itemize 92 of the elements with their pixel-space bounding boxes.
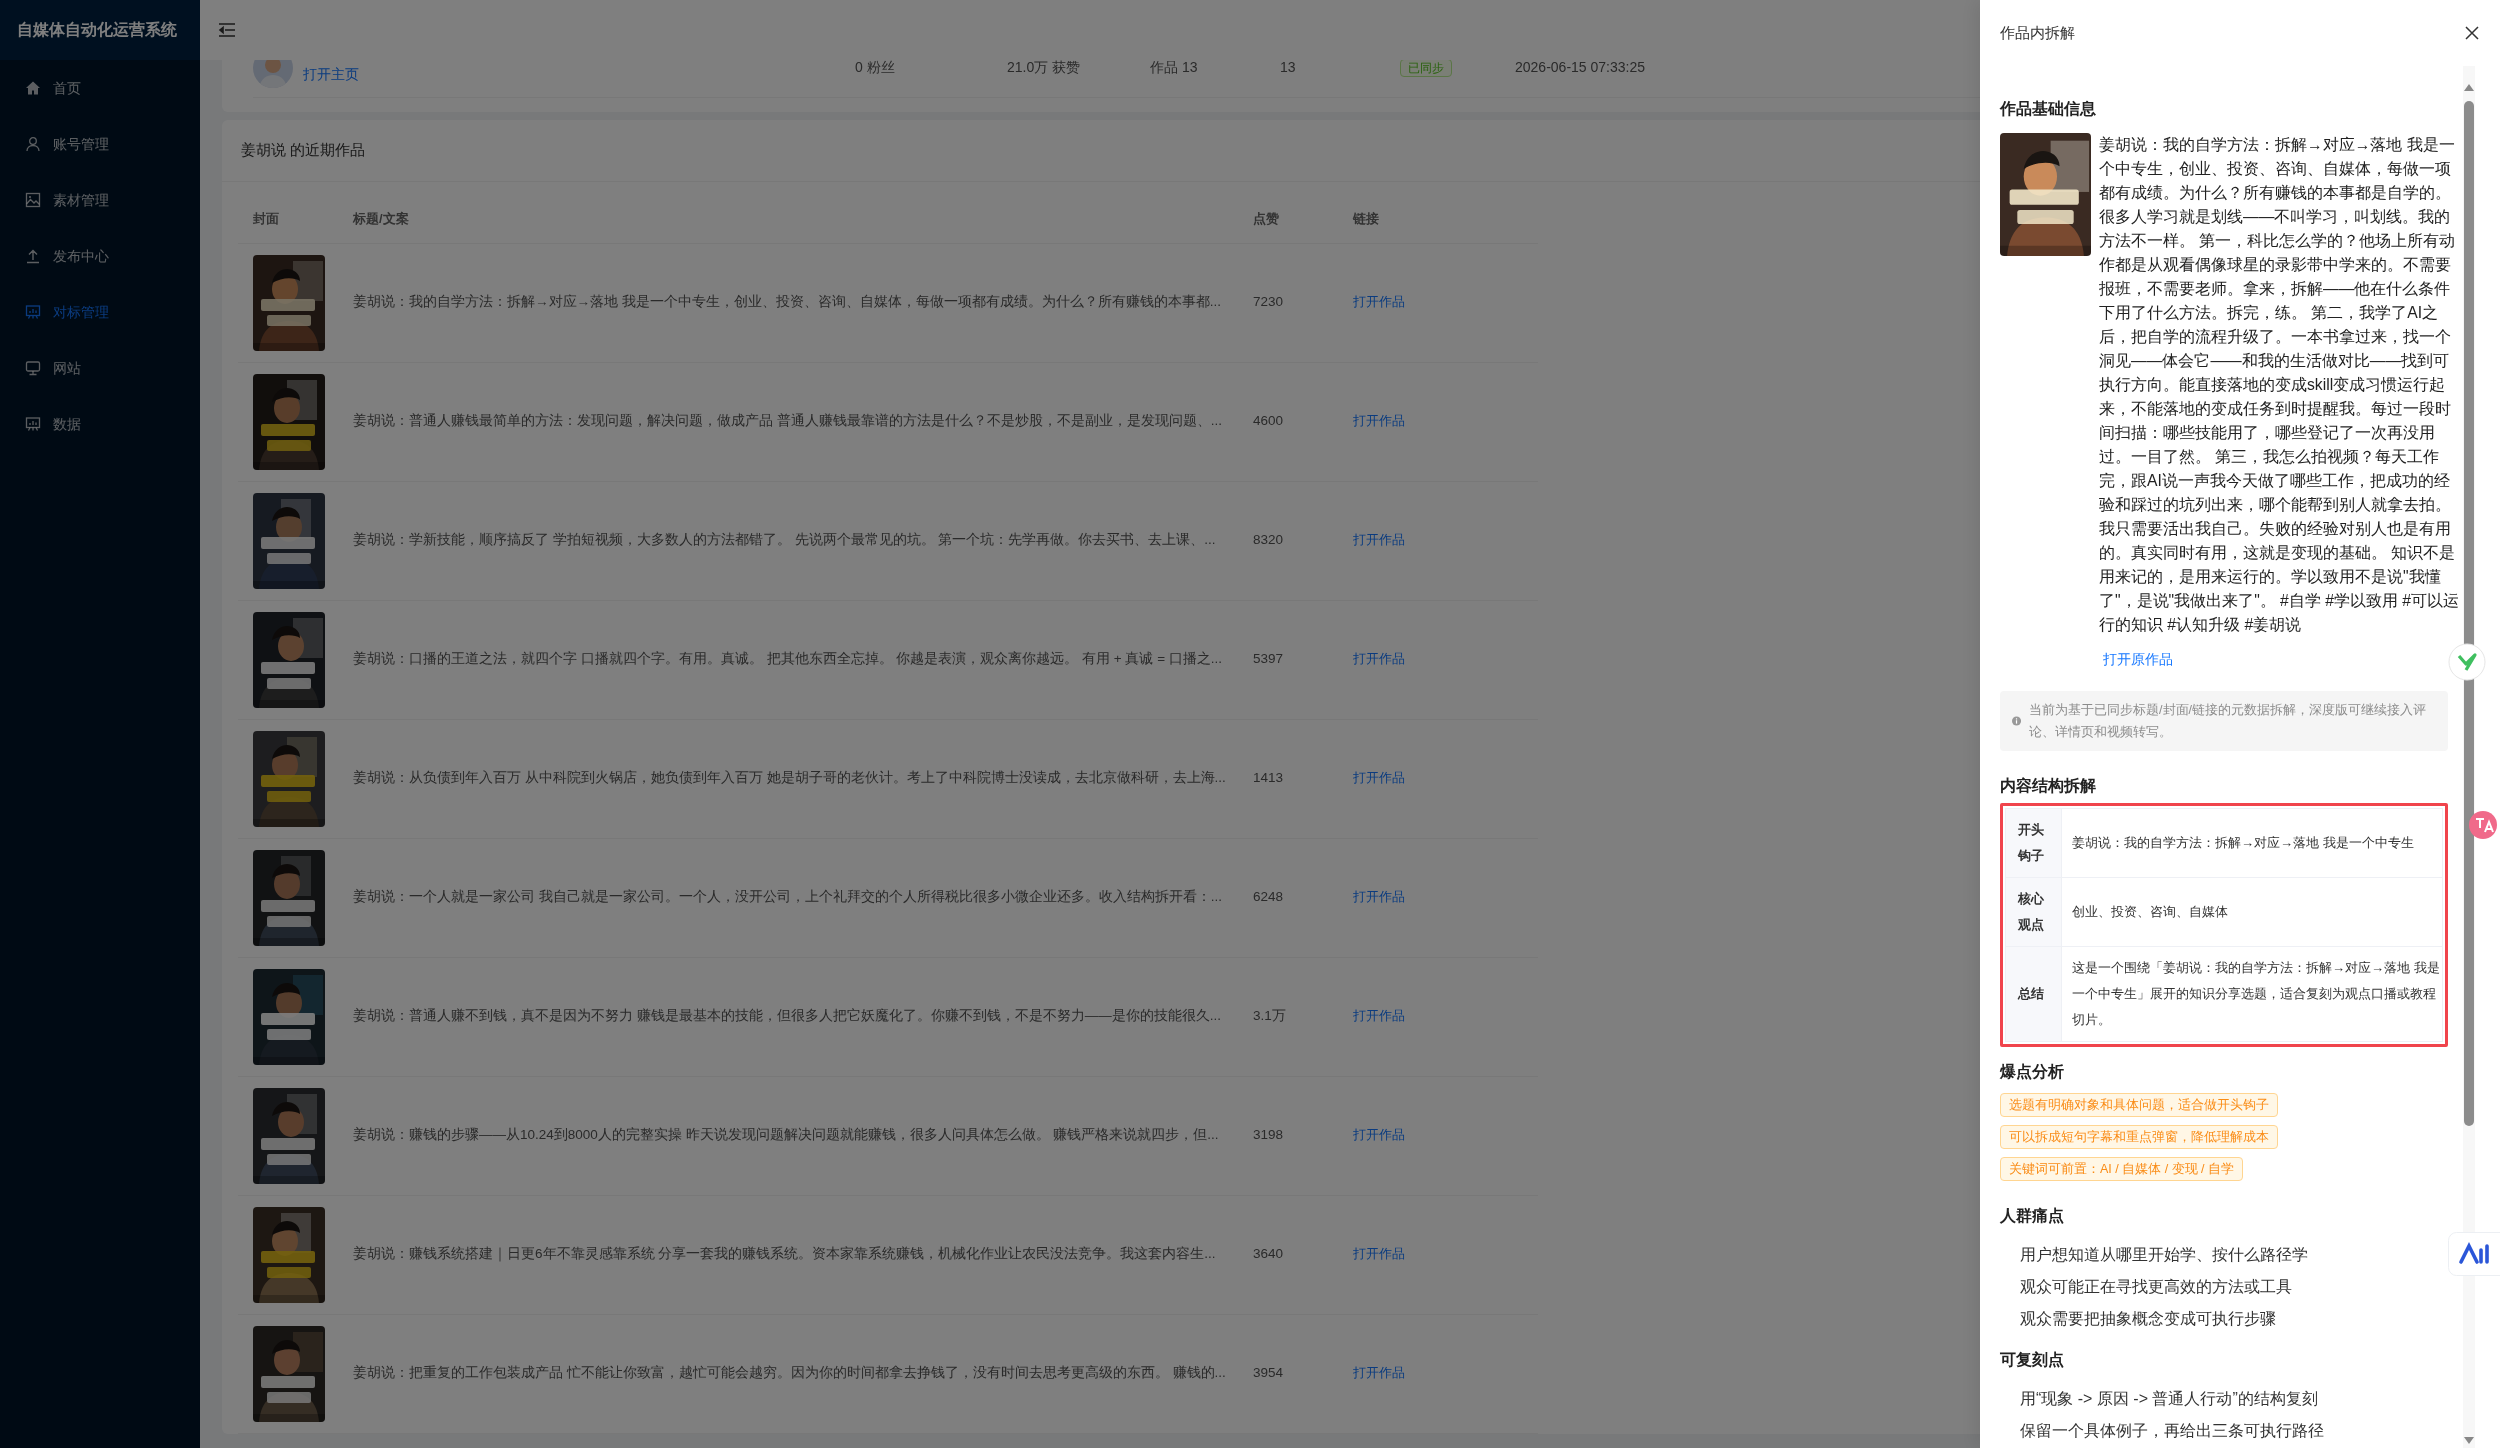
image-icon xyxy=(25,192,41,208)
likes-count: 21.0万 获赞 xyxy=(1007,60,1082,77)
column-header: 标题/文案 xyxy=(353,211,409,226)
app-title: 自媒体自动化运营系统 xyxy=(17,20,177,40)
chart-board-icon xyxy=(25,304,41,320)
list-item: 观众可能正在寻找更高效的方法或工具 xyxy=(2020,1277,2293,1297)
scroll-up-icon[interactable] xyxy=(2464,84,2474,91)
tag: 关键词可前置：AI / 自媒体 / 变现 / 自学 xyxy=(2000,1157,2244,1181)
info-note: 当前为基于已同步标题/封面/链接的元数据拆解，深度版可继续接入评论、详情页和视频转写。 xyxy=(2029,702,2427,741)
row-label: 核心观点 xyxy=(2018,891,2044,932)
open-link[interactable]: 打开作品 xyxy=(1353,1008,1405,1024)
table-cell: 姜胡说：我的自学方法：拆解→对应→落地 我是一个中专生 xyxy=(2072,835,2414,850)
open-link[interactable]: 打开作品 xyxy=(1353,1246,1405,1262)
table-cell: 1413 xyxy=(1253,770,1284,786)
table-cell: 姜胡说：普通人赚钱最简单的方法：发现问题，解决问题，做成产品 普通人赚钱最靠谱的方法是什么？不是炒股，不是副业，是发现问题、... xyxy=(353,413,1222,429)
table-cell: 姜胡说：一个人就是一家公司 我自己就是一家公司。一个人，没开公司，上个礼拜交的个人所得税比很多小微企业还多。收入结构拆开看：... xyxy=(353,889,1222,905)
tag: 选题有明确对象和具体问题，适合做开头钩子 xyxy=(2000,1093,2278,1117)
table-cell: 3640 xyxy=(1253,1246,1284,1262)
menu-item[interactable]: 账号管理 xyxy=(0,116,200,172)
menu-icon[interactable] xyxy=(218,22,236,38)
table-cell: 3198 xyxy=(1253,1127,1284,1143)
row-label: 开头钩子 xyxy=(2018,822,2044,863)
scrollbar[interactable] xyxy=(2463,66,2475,1448)
check-badge-icon[interactable] xyxy=(2448,643,2486,681)
menu-item[interactable]: 素材管理 xyxy=(0,172,200,228)
homepage-link[interactable]: 打开主页 xyxy=(303,64,359,85)
table-cell: 7230 xyxy=(1253,294,1284,310)
table-cell: 6248 xyxy=(1253,889,1284,905)
menu-item[interactable]: 对标管理 xyxy=(0,284,200,340)
table-cell: 姜胡说：口播的王道之法，就四个字 口播就四个字。有用。真诚。 把其他东西全忘掉。 你越是表演，观众离你越远。 有用 + 真诚 = 口播之... xyxy=(353,651,1223,667)
info-icon xyxy=(2012,715,2022,727)
tag: 可以拆成短句字幕和重点弹窗，降低理解成本 xyxy=(2000,1125,2278,1149)
open-link[interactable]: 打开作品 xyxy=(1353,532,1405,548)
description: 姜胡说：我的自学方法：拆解→对应→落地 我是一个中专生，创业、投资、咨询、自媒体，每做一项都有成绩。为什么？所有赚钱的本事都是自学的。很多人学习就是划线——不叫学习，叫划线。我的方法不一样。 第一，科比怎么学的？他场上所有动作都是从观看偶像球星的录影带中学来的。不需要报班，不需要老师。拿来，拆解——他在什么条件下用了什么方法。拆完，练。 第二，我学了AI之后，把自学的流程升级了。一本书拿过来，找一个洞见——体会它——和我的生活做对比——找到可执行方向。能直接落地的变成skill变成习惯运行起来，不能落地的变成任务到时提醒我。每过一段时间扫描：哪些技能用了，哪些登记了一次再没用过。一目了然。 第三，我怎么拍视频？每天工作完，跟AI说一声我今天做了哪些工作，把成功的经验和踩过的坑列出来，哪个能帮到别人就拿去拍。我只需要活出我自己。失败的经验对别人也是有用的。真实同时有用，这就是变现的基础。 知识不是用来记的，是用来运行的。学以致用不是说"我懂了"，是说"我做出来了"。 #自学 #学以致用 #可以运行的知识 #认知升级 #姜胡说 xyxy=(2099,135,2460,635)
open-original-link[interactable]: 打开原作品 xyxy=(2103,649,2173,670)
list-item: 用户想知道从哪里开始学、按什么路径学 xyxy=(2020,1245,2309,1265)
table-cell: 创业、投资、咨询、自媒体 xyxy=(2072,904,2228,919)
list-item: 用“现象 -> 原因 -> 普通人行动”的结构复刻 xyxy=(2020,1389,2319,1409)
assistant-icon[interactable] xyxy=(2448,1232,2500,1276)
table-cell: 3.1万 xyxy=(1253,1008,1286,1024)
column-header: 链接 xyxy=(1353,211,1379,226)
section-heading: 爆点分析 xyxy=(2000,1062,2065,1082)
column-header: 点赞 xyxy=(1253,211,1279,226)
section-heading: 作品基础信息 xyxy=(2000,99,2097,119)
translate-icon[interactable] xyxy=(2468,810,2498,840)
scroll-down-icon[interactable] xyxy=(2464,1437,2474,1444)
open-link[interactable]: 打开作品 xyxy=(1353,651,1405,667)
modal-overlay[interactable] xyxy=(0,0,1980,1448)
upload-icon xyxy=(25,248,41,264)
works-count: 作品 13 xyxy=(1150,60,1199,77)
open-link[interactable]: 打开作品 xyxy=(1353,1127,1405,1143)
table-cell: 姜胡说：学新技能，顺序搞反了 学拍短视频，大多数人的方法都错了。 先说两个最常见的坑。 第一个坑：先学再做。你去买书、去上课、... xyxy=(353,532,1216,548)
menu-item[interactable]: 发布中心 xyxy=(0,228,200,284)
card-title: 姜胡说 的近期作品 xyxy=(241,140,366,161)
table-cell: 这是一个围绕「姜胡说：我的自学方法：拆解→对应→落地 我是一个中专生」展开的知识分享选题，适合复刻为观点口播或教程切片。 xyxy=(2072,960,2440,1027)
menu-item[interactable]: 网站 xyxy=(0,340,200,396)
table-cell: 5397 xyxy=(1253,651,1284,667)
table-cell: 姜胡说：把重复的工作包装成产品 忙不能让你致富，越忙可能会越穷。因为你的时间都拿去挣钱了，没有时间去思考更高级的东西。 赚钱的... xyxy=(353,1365,1226,1381)
drawer-title: 作品内拆解 xyxy=(2000,22,2075,43)
status-tag: 已同步 xyxy=(1400,60,1452,77)
chart-board-icon xyxy=(25,416,41,432)
open-link[interactable]: 打开作品 xyxy=(1353,1365,1405,1381)
column-header: 封面 xyxy=(253,211,279,226)
section-heading: 内容结构拆解 xyxy=(2000,776,2097,796)
fans-count: 0 粉丝 xyxy=(855,60,896,77)
open-link[interactable]: 打开作品 xyxy=(1353,770,1405,786)
row-label: 总结 xyxy=(2018,986,2044,1001)
section-heading: 人群痛点 xyxy=(2000,1206,2065,1226)
table-cell: 4600 xyxy=(1253,413,1284,429)
home-icon xyxy=(25,80,41,96)
user-icon xyxy=(25,136,41,152)
list-item: 保留一个具体例子，再给出三条可执行路径 xyxy=(2020,1421,2325,1441)
monitor-icon xyxy=(25,360,41,376)
open-link[interactable]: 打开作品 xyxy=(1353,889,1405,905)
sync-time: 2026-06-15 07:33:25 xyxy=(1515,60,1645,77)
table-cell: 姜胡说：从负债到年入百万 从中科院到火锅店，她负债到年入百万 她是胡子哥的老伙计。考上了中科院博士没读成，去北京做科研，去上海... xyxy=(353,770,1226,786)
open-link[interactable]: 打开作品 xyxy=(1353,294,1405,310)
table-cell: 8320 xyxy=(1253,532,1284,548)
table-cell-text: 13 xyxy=(1280,60,1297,77)
table-cell: 姜胡说：赚钱系统搭建｜日更6年不靠灵感靠系统 分享一套我的赚钱系统。资本家靠系统赚钱，机械化作业让农民没法竞争。我这套内容生... xyxy=(353,1246,1216,1262)
scrollbar-thumb[interactable] xyxy=(2464,101,2474,1126)
avatar xyxy=(253,60,293,88)
close-button[interactable] xyxy=(2464,25,2480,41)
list-item: 观众需要把抽象概念变成可执行步骤 xyxy=(2020,1309,2277,1329)
table-cell: 姜胡说：普通人赚不到钱，真不是因为不努力 赚钱是最基本的技能，但很多人把它妖魔化了。你赚不到钱，不是不努力——是你的技能很久... xyxy=(353,1008,1221,1024)
table-cell: 3954 xyxy=(1253,1365,1284,1381)
table-cell: 姜胡说：赚钱的步骤——从10.24到8000人的完整实操 昨天说发现问题解决问题就能赚钱，很多人问具体怎么做。 赚钱严格来说就四步，但... xyxy=(353,1127,1219,1143)
table-cell: 姜胡说：我的自学方法：拆解→对应→落地 我是一个中专生，创业、投资、咨询、自媒体，每做一项都有成绩。为什么？所有赚钱的本事都... xyxy=(353,294,1221,310)
menu-item[interactable]: 数据 xyxy=(0,396,200,452)
section-heading: 可复刻点 xyxy=(2000,1350,2065,1370)
open-link[interactable]: 打开作品 xyxy=(1353,413,1405,429)
menu-item[interactable]: 首页 xyxy=(0,60,200,116)
